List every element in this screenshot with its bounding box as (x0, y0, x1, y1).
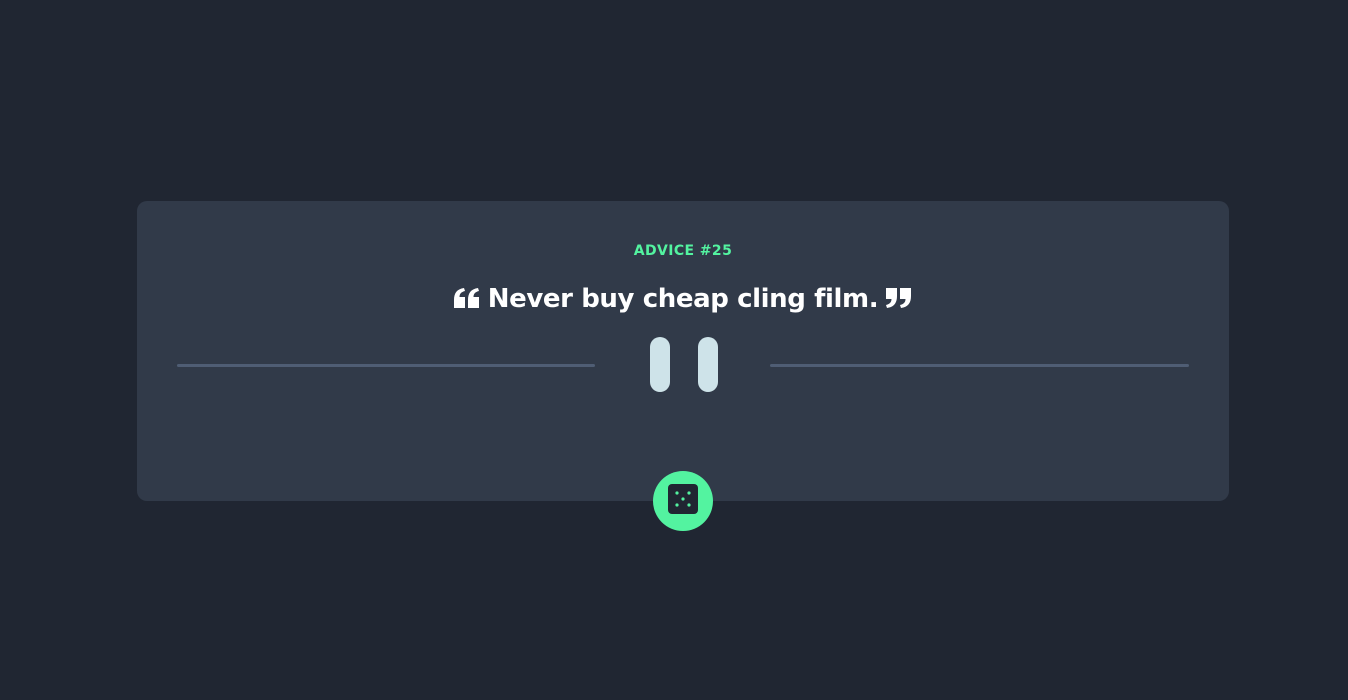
pause-icon-right-bar (698, 337, 718, 392)
advice-card: ADVICE #25 Never buy cheap cling film. (137, 201, 1229, 501)
open-quote-icon (453, 288, 480, 310)
advice-quote: Never buy cheap cling film. (137, 281, 1229, 317)
advice-quote-text: Never buy cheap cling film. (487, 284, 879, 314)
advice-id-label: ADVICE #25 (633, 243, 733, 259)
close-quote-icon (886, 288, 912, 310)
divider-right (770, 364, 1189, 367)
new-advice-button[interactable] (653, 471, 713, 531)
pause-icon-left-bar (650, 337, 670, 392)
dice-icon (668, 484, 698, 518)
divider-left (177, 364, 595, 367)
